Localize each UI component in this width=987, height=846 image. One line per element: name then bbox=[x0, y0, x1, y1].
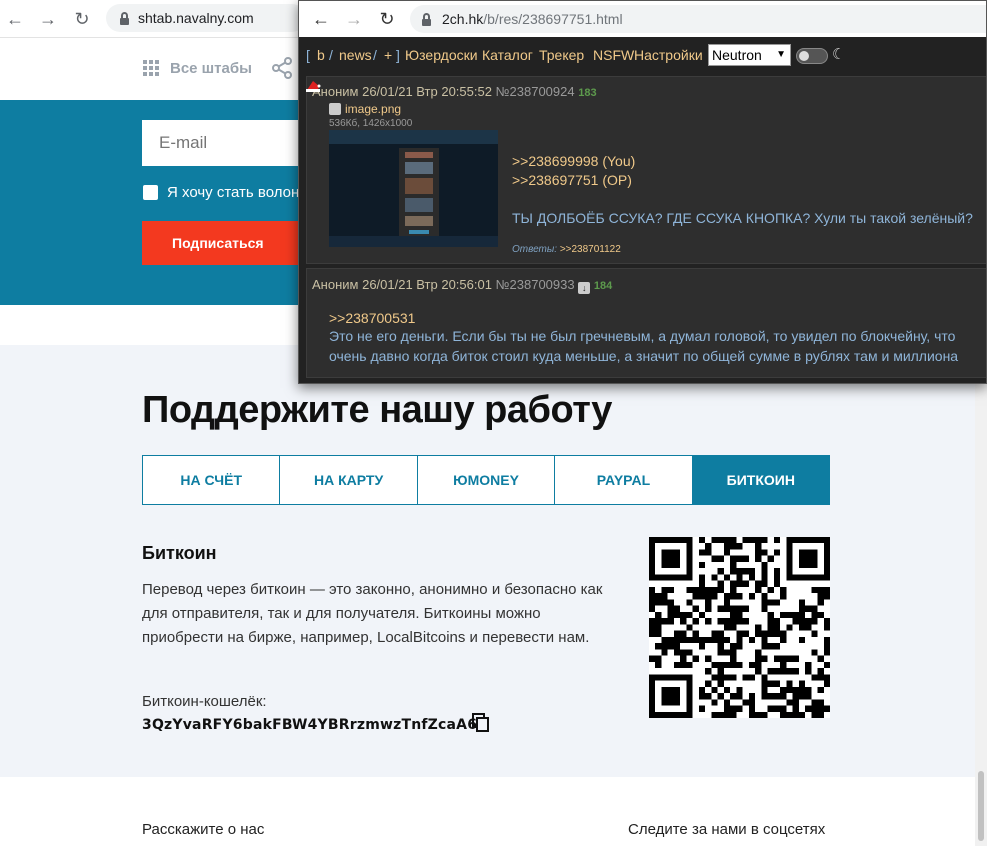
reply-link[interactable]: >>238697751 (OP) bbox=[512, 172, 632, 188]
copy-icon[interactable] bbox=[472, 713, 490, 733]
board-link-plus[interactable]: + bbox=[384, 47, 392, 63]
tab-bitcoin[interactable]: БИТКОИН bbox=[692, 456, 830, 504]
footer-tell-about-us[interactable]: Расскажите о нас bbox=[142, 821, 264, 838]
post-text-line: очень давно когда биток стоил куда меньш… bbox=[329, 348, 959, 364]
post-header: Аноним 26/01/21 Втр 20:55:52 №238700924 … bbox=[312, 84, 597, 99]
bracket-close: ] bbox=[396, 47, 400, 63]
dvach-window: ← → ↻ 2ch.hk/b/res/238697751.html [ b / … bbox=[298, 0, 987, 384]
subscribe-section: Я хочу стать волонтёром Подписаться bbox=[0, 100, 341, 305]
reload-icon[interactable]: ↻ bbox=[376, 8, 398, 30]
tab-account[interactable]: НА СЧЁТ bbox=[143, 456, 281, 504]
bitcoin-description: Перевод через биткоин — это законно, ано… bbox=[142, 581, 603, 646]
post-image-thumbnail[interactable] bbox=[329, 130, 498, 247]
tab-yoomoney[interactable]: ЮMONEY bbox=[417, 456, 556, 504]
site-nav: Все штабы bbox=[0, 38, 300, 100]
post-text-line: Это не его деньги. Если бы ты не был гре… bbox=[329, 328, 956, 344]
page-title: Поддержите нашу работу bbox=[142, 389, 612, 431]
address-bar[interactable]: 2ch.hk/b/res/238697751.html bbox=[410, 5, 986, 33]
file-meta: 536Кб, 1426x1000 bbox=[329, 118, 413, 129]
post-answers: Ответы: >>238701122 bbox=[512, 244, 621, 255]
wallet-label: Биткоин-кошелёк: bbox=[142, 693, 267, 710]
subscribe-button[interactable]: Подписаться bbox=[142, 221, 302, 265]
post: Аноним 26/01/21 Втр 20:55:52 №238700924 … bbox=[306, 76, 986, 264]
post: Аноним 26/01/21 Втр 20:56:01 №238700933 … bbox=[306, 268, 986, 378]
theme-toggle[interactable] bbox=[796, 48, 828, 64]
address-bar[interactable]: shtab.navalny.com bbox=[106, 4, 306, 32]
email-field[interactable] bbox=[142, 120, 302, 166]
nsfw-link[interactable]: NSFW bbox=[593, 47, 634, 63]
post-date: 26/01/21 Втр 20:56:01 bbox=[362, 277, 492, 292]
moon-icon: ☾ bbox=[832, 46, 846, 63]
forward-arrow-icon[interactable]: → bbox=[343, 8, 365, 30]
file-name: image.png bbox=[345, 102, 402, 116]
board-link-news[interactable]: news bbox=[339, 47, 372, 63]
lock-icon bbox=[422, 13, 431, 29]
download-icon[interactable]: ↓ bbox=[578, 282, 591, 294]
back-arrow-icon[interactable]: ← bbox=[310, 8, 332, 30]
file-link[interactable]: image.png bbox=[329, 102, 401, 116]
board-separator: / bbox=[373, 47, 377, 63]
share-icon[interactable] bbox=[270, 56, 294, 80]
support-section: Поддержите нашу работу НА СЧЁТ НА КАРТУ … bbox=[0, 345, 975, 777]
style-select[interactable]: Neutron ▼ bbox=[708, 44, 791, 66]
lock-icon bbox=[120, 12, 129, 28]
board-separator: / bbox=[329, 47, 333, 63]
forward-arrow-icon[interactable]: → bbox=[37, 8, 59, 30]
back-arrow-icon[interactable]: ← bbox=[4, 8, 26, 30]
post-number[interactable]: №238700924 bbox=[496, 84, 575, 99]
board-navigation: [ b / news / + ] Юзердоски Каталог Треке… bbox=[299, 37, 986, 73]
reply-link[interactable]: >>238699998 (You) bbox=[512, 153, 635, 169]
post-number[interactable]: №238700933 bbox=[496, 277, 575, 292]
tab-card[interactable]: НА КАРТУ bbox=[280, 456, 418, 504]
settings-link[interactable]: Настройки bbox=[634, 47, 703, 63]
volunteer-checkbox[interactable] bbox=[143, 185, 158, 200]
post-count: 184 bbox=[593, 280, 613, 292]
search-icon bbox=[329, 103, 341, 115]
scrollbar-thumb[interactable] bbox=[978, 771, 984, 841]
tracker-link[interactable]: Трекер bbox=[539, 47, 584, 63]
url-text: 2ch.hk/b/res/238697751.html bbox=[442, 5, 623, 33]
santa-hat-icon bbox=[306, 81, 321, 92]
grid-icon[interactable] bbox=[143, 60, 159, 76]
post-date: 26/01/21 Втр 20:55:52 bbox=[362, 84, 492, 99]
page-scrollbar[interactable] bbox=[975, 383, 987, 846]
front-browser-toolbar: ← → ↻ 2ch.hk/b/res/238697751.html bbox=[299, 1, 986, 37]
reload-icon[interactable]: ↻ bbox=[71, 8, 93, 30]
url-text: shtab.navalny.com bbox=[138, 10, 254, 26]
url-host: 2ch.hk bbox=[442, 11, 484, 27]
wallet-address[interactable]: 3QzYvaRFY6bakFBW4YBRrzmwzTnfZcaA6E bbox=[142, 717, 487, 733]
tab-paypal[interactable]: PAYPAL bbox=[555, 456, 693, 504]
back-browser-toolbar: ← → ↻ shtab.navalny.com bbox=[0, 0, 306, 38]
catalog-link[interactable]: Каталог bbox=[482, 47, 533, 63]
answers-label: Ответы: bbox=[512, 244, 558, 255]
all-shtabs-link[interactable]: Все штабы bbox=[170, 60, 252, 77]
board-link-b[interactable]: b bbox=[317, 47, 325, 63]
bitcoin-qr-code bbox=[649, 537, 830, 718]
footer-follow-us[interactable]: Следите за нами в соцсетях bbox=[628, 821, 825, 838]
post-text: ТЫ ДОЛБОЁБ ССУКА? ГДЕ ССУКА КНОПКА? Хули… bbox=[512, 210, 973, 226]
reply-link[interactable]: >>238700531 bbox=[329, 310, 415, 326]
post-count: 183 bbox=[578, 87, 597, 99]
chevron-down-icon: ▼ bbox=[776, 49, 786, 60]
bitcoin-heading: Биткоин bbox=[142, 543, 217, 563]
post-header: Аноним 26/01/21 Втр 20:56:01 №238700933 … bbox=[312, 277, 612, 294]
style-select-value: Neutron bbox=[712, 47, 762, 63]
userboards-link[interactable]: Юзердоски bbox=[405, 47, 478, 63]
url-path: /b/res/238697751.html bbox=[483, 11, 623, 27]
payment-tabs: НА СЧЁТ НА КАРТУ ЮMONEY PAYPAL БИТКОИН bbox=[142, 455, 830, 505]
answers-link[interactable]: >>238701122 bbox=[560, 244, 621, 255]
bracket-open: [ bbox=[306, 47, 310, 63]
post-author: Аноним bbox=[312, 277, 359, 292]
